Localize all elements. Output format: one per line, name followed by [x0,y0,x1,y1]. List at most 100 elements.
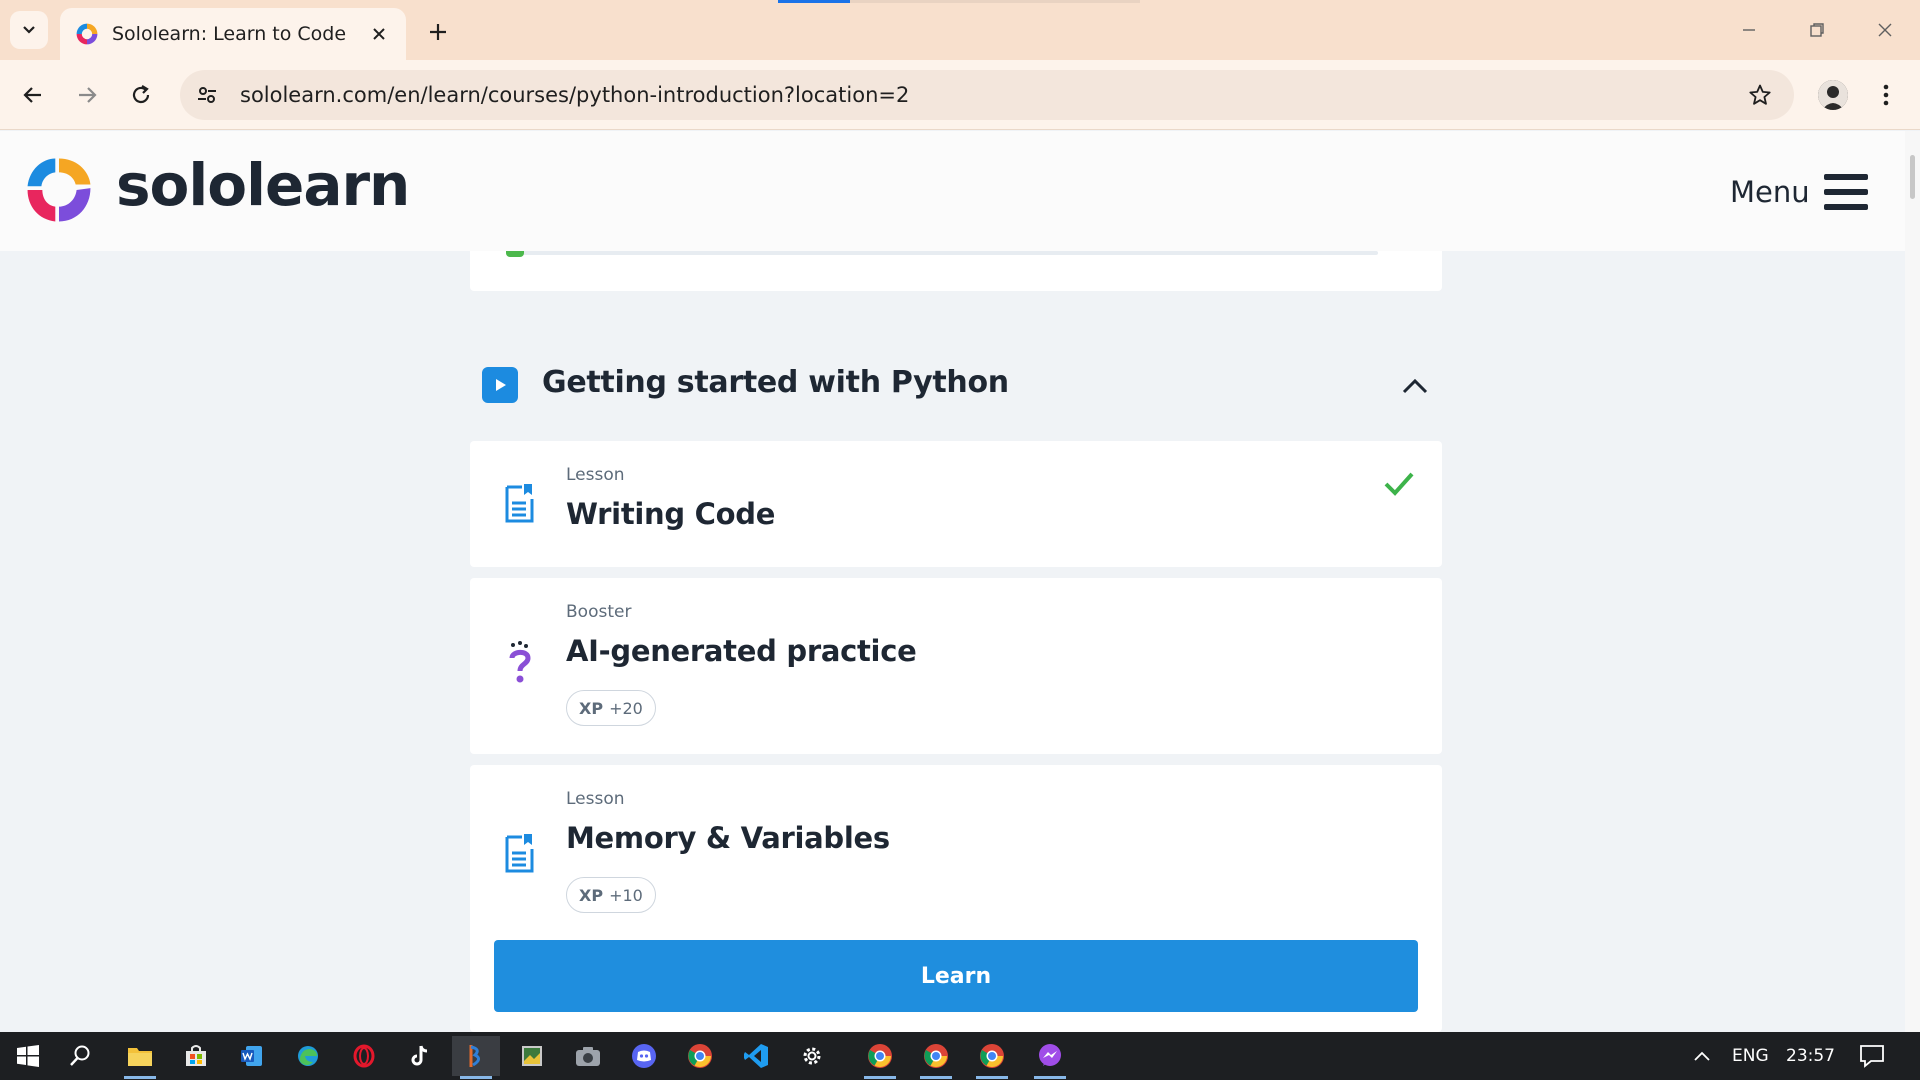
back-button[interactable] [12,74,54,116]
menu-label: Menu [1730,175,1810,209]
collapse-module-button[interactable] [1398,369,1432,403]
module-header[interactable]: Getting started with Python [470,351,1442,419]
sololearn-logo[interactable] [22,153,96,227]
windows-taskbar: ENG 23:57 [0,1032,1920,1080]
item-title: Memory & Variables [566,821,890,855]
site-menu-button[interactable]: Menu [1730,169,1868,215]
close-tab-button[interactable] [366,21,392,47]
progress-track [506,251,1378,255]
close-icon [1878,23,1892,37]
chrome-profile-3-taskbar[interactable] [968,1036,1016,1079]
bookmark-button[interactable] [1738,73,1782,117]
search-button[interactable] [56,1036,104,1076]
image-viewer-taskbar[interactable] [508,1036,556,1076]
active-app-taskbar[interactable] [452,1036,500,1079]
course-content: Getting started with Python Lesson Writi… [0,251,1905,1032]
show-hidden-icons-button[interactable] [1678,1036,1726,1076]
item-type-label: Lesson [566,465,625,485]
tune-icon [198,87,216,103]
reload-button[interactable] [120,74,162,116]
tab-search-button[interactable] [10,11,48,49]
kebab-icon [1883,84,1889,106]
close-window-button[interactable] [1862,10,1908,50]
vscode-taskbar[interactable] [732,1036,780,1076]
browser-menu-button[interactable] [1868,76,1904,114]
scrollbar-thumb[interactable] [1910,155,1915,199]
word-icon [241,1046,262,1066]
browser-toolbar: sololearn.com/en/learn/courses/python-in… [0,60,1920,130]
address-bar[interactable]: sololearn.com/en/learn/courses/python-in… [180,70,1794,120]
opera-taskbar[interactable] [340,1036,388,1076]
tiktok-taskbar[interactable] [396,1036,444,1076]
folder-icon [128,1048,152,1066]
chrome-icon [980,1044,1004,1068]
item-type-label: Booster [566,602,632,622]
settings-taskbar[interactable] [788,1036,836,1076]
hamburger-icon [1823,174,1868,210]
chrome-profile-2-taskbar[interactable] [912,1036,960,1079]
arrow-left-icon [23,87,41,103]
tab-loading-indicator [778,0,850,3]
progress-indicator [506,251,524,257]
url-text[interactable]: sololearn.com/en/learn/courses/python-in… [240,83,1738,107]
tiktok-icon [411,1045,428,1066]
tab-loading-track [850,0,1140,3]
messenger-icon [1039,1044,1061,1066]
avatar-icon [1818,80,1848,110]
edge-icon [298,1046,318,1066]
camera-icon [576,1047,600,1066]
profile-avatar[interactable] [1818,80,1848,110]
reload-icon [132,85,150,104]
restore-button[interactable] [1794,10,1840,50]
vscode-icon [744,1044,768,1068]
search-icon [70,1045,90,1066]
new-tab-button[interactable] [420,14,456,50]
learn-button[interactable]: Learn [494,940,1418,1012]
forward-button[interactable] [66,74,108,116]
minimize-icon [1743,29,1755,31]
chrome-profile-1-taskbar[interactable] [856,1036,904,1079]
chrome-taskbar[interactable] [676,1036,724,1076]
discord-taskbar[interactable] [620,1036,668,1076]
play-icon [482,367,518,403]
item-title: Writing Code [566,497,776,531]
xp-label: XP [579,885,604,905]
booster-card-ai-practice[interactable]: Booster AI-generated practice XP +20 [470,578,1442,754]
sololearn-favicon [76,23,98,45]
windows-start-button[interactable] [4,1036,52,1076]
chrome-icon [868,1044,892,1068]
language-indicator[interactable]: ENG [1732,1046,1769,1066]
notification-icon [1860,1045,1884,1068]
word-taskbar[interactable] [228,1036,276,1076]
notifications-button[interactable] [1848,1036,1896,1076]
image-icon [522,1046,542,1066]
store-taskbar[interactable] [172,1036,220,1076]
store-icon [186,1045,206,1066]
minimize-button[interactable] [1726,10,1772,50]
item-type-label: Lesson [566,789,625,809]
checkmark-icon [1384,472,1414,496]
xp-label: XP [579,698,604,718]
gear-icon [803,1047,821,1065]
xp-badge: XP +10 [566,877,656,913]
tab-title: Sololearn: Learn to Code [112,23,347,45]
edge-taskbar[interactable] [284,1036,332,1076]
messenger-taskbar[interactable] [1026,1036,1074,1079]
previous-section-card [470,251,1442,291]
page-scrollbar[interactable] [1905,131,1920,1032]
system-clock[interactable]: 23:57 [1786,1046,1835,1066]
brand-wordmark[interactable]: sololearn [116,151,410,219]
item-title: AI-generated practice [566,634,917,668]
active-tab[interactable]: Sololearn: Learn to Code [60,8,406,60]
question-mark-icon [500,640,540,686]
xp-value: +20 [609,698,643,718]
star-icon [1749,84,1771,105]
discord-icon [632,1044,656,1068]
lesson-card-writing-code[interactable]: Lesson Writing Code [470,441,1442,567]
module-title: Getting started with Python [542,365,1009,400]
site-info-button[interactable] [184,72,230,118]
file-explorer-taskbar[interactable] [116,1036,164,1079]
opera-icon [353,1044,375,1068]
camera-taskbar[interactable] [564,1036,612,1076]
chrome-icon [924,1044,948,1068]
